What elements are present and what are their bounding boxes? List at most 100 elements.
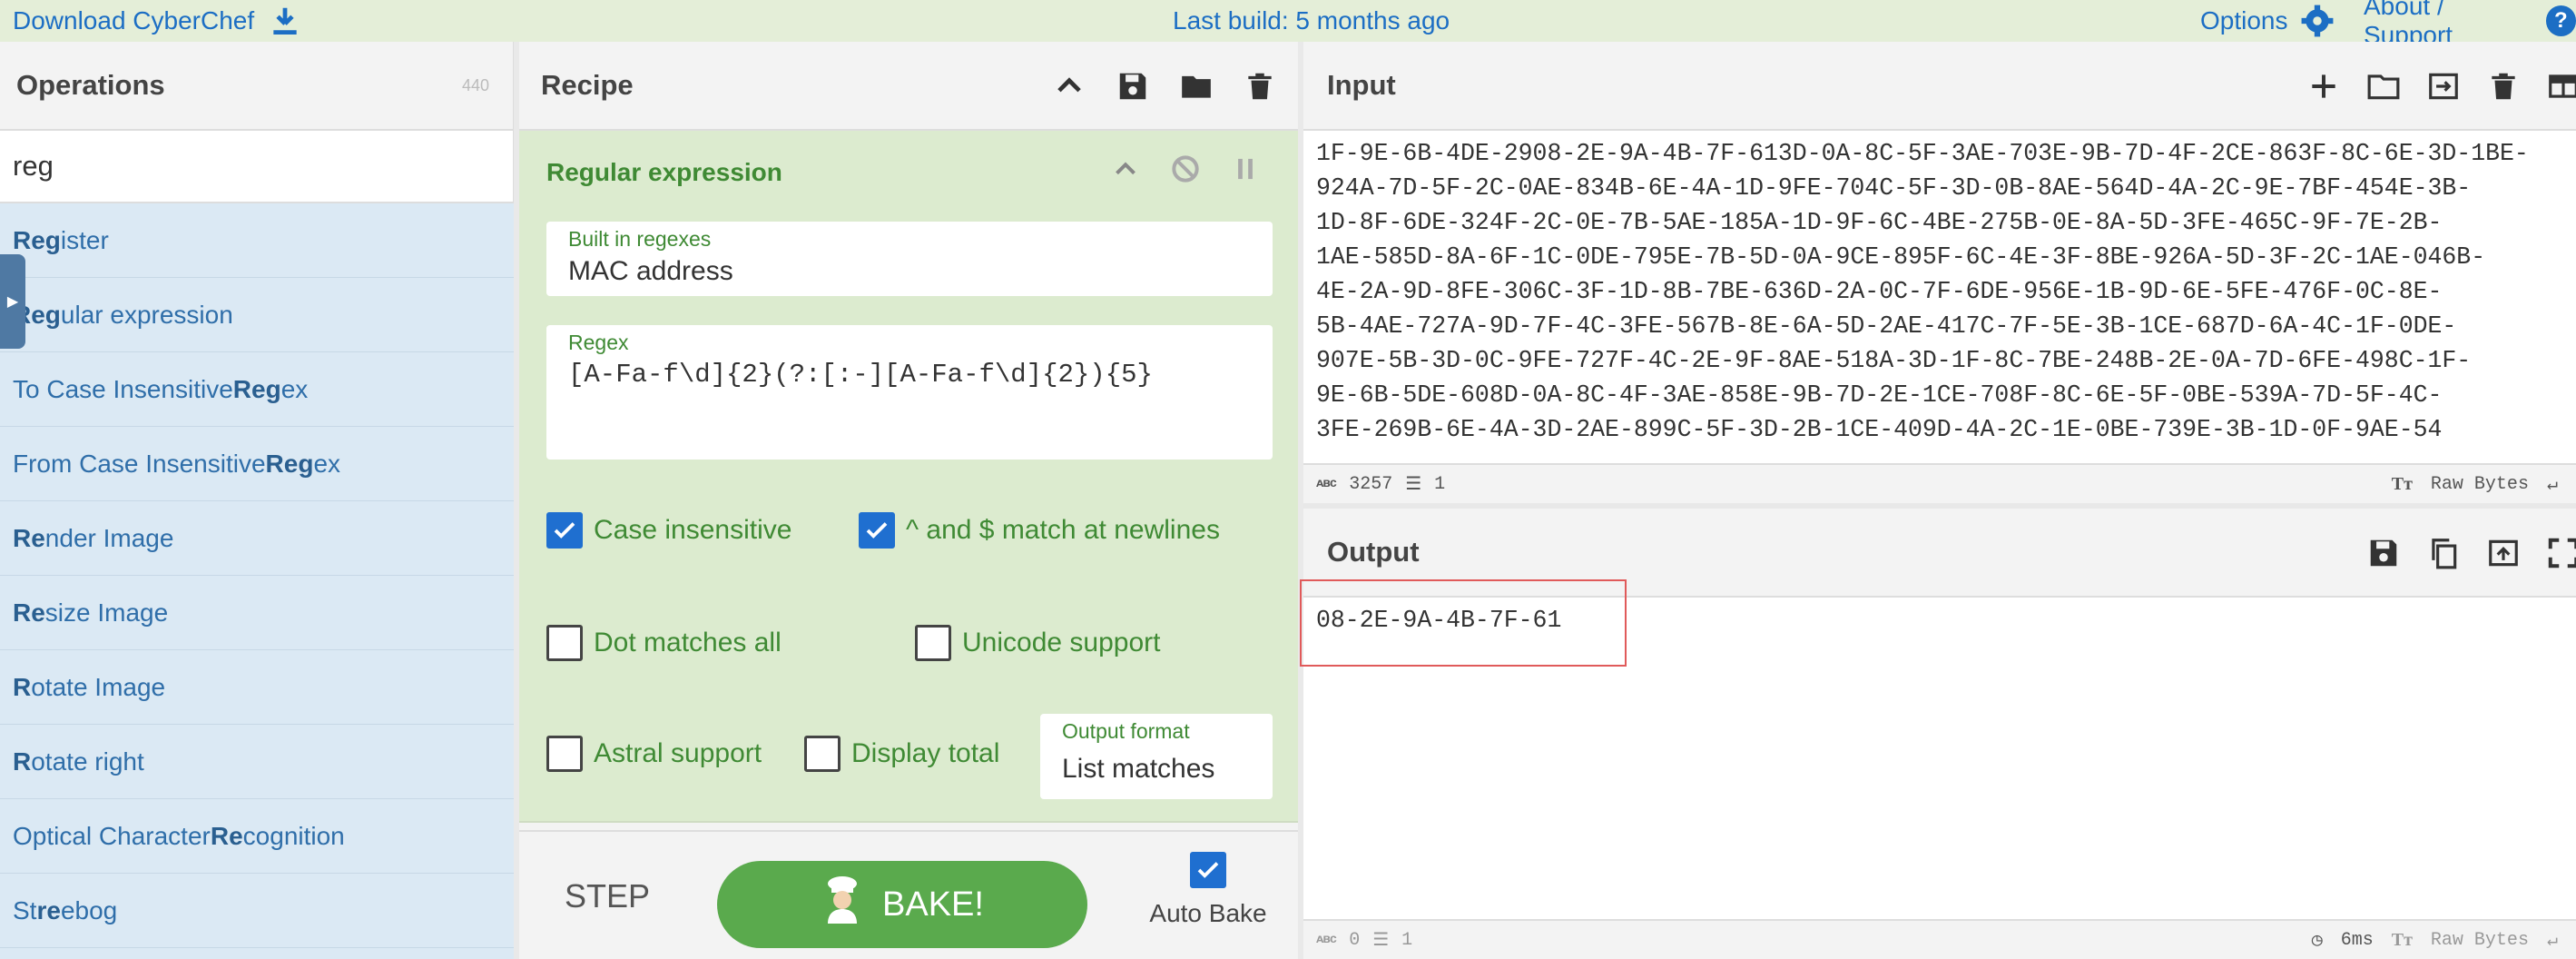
checkbox-checked-icon[interactable] — [859, 512, 895, 549]
operations-list: Reg ister Reg ular expression To Case Insens… — [0, 203, 514, 959]
input-header: Input — [1303, 42, 2576, 131]
operation-name-match: Reg — [13, 225, 61, 254]
regex-label: Regex — [568, 331, 629, 354]
operation-list-item[interactable]: Re size Image — [0, 576, 514, 650]
input-textarea[interactable]: 1F-9E-6B-4DE-2908-2E-9A-4B-7F-613D-0A-8C… — [1316, 136, 2576, 499]
operations-pane: Operations 440 reg Reg ister Reg ular expre… — [0, 42, 514, 959]
chevron-up-icon[interactable] — [1051, 68, 1087, 104]
checkbox-checked-icon[interactable] — [1190, 852, 1226, 888]
output-format-label: Output format — [1062, 719, 1190, 743]
checkbox-unchecked-icon[interactable] — [546, 625, 583, 661]
operation-name-suffix: ex — [313, 449, 341, 478]
regex-value[interactable]: [A-Fa-f\d]{2}(?:[:-][A-Fa-f\d]{2}){5} — [568, 360, 1153, 390]
save-icon[interactable] — [1115, 68, 1151, 104]
display-total-label: Display total — [851, 738, 1000, 768]
regex-textarea[interactable]: Regex [A-Fa-f\d]{2}(?:[:-][A-Fa-f\d]{2})… — [546, 325, 1273, 460]
options-label[interactable]: Options — [2200, 6, 2288, 35]
output-pane: Output 08-2E-9A-4B-7F-61 ᴀʙᴄ 0 ☰ 1 ◷ 6ms… — [1300, 509, 2576, 959]
collapse-tab[interactable]: ▶ — [0, 254, 25, 349]
multiline-checkbox[interactable]: ^ and $ match at newlines — [859, 512, 1220, 549]
trash-icon[interactable] — [2485, 68, 2522, 104]
lines-icon: ☰ — [1372, 931, 1390, 952]
operations-header: Operations 440 — [0, 42, 513, 131]
operation-list-item[interactable]: Re nder Image — [0, 501, 514, 576]
operation-name-suffix: size Image — [44, 598, 169, 627]
maximize-icon[interactable] — [2545, 535, 2576, 571]
output-length: 0 — [1349, 929, 1361, 951]
folder-icon[interactable] — [1178, 68, 1214, 104]
operation-name-suffix: otate Image — [31, 672, 166, 701]
recipe-title: Recipe — [541, 69, 634, 101]
auto-bake-toggle[interactable]: Auto Bake — [1140, 852, 1276, 928]
layout-icon[interactable] — [2545, 68, 2576, 104]
input-line: 907E-5B-3D-0C-9FE-727F-4C-2E-9F-8AE-518A… — [1316, 347, 2472, 374]
unicode-support-checkbox[interactable]: Unicode support — [915, 625, 1160, 661]
operation-list-item[interactable]: Reg ular expression — [0, 278, 514, 352]
abc-icon: ᴀʙᴄ — [1316, 933, 1337, 947]
pause-icon[interactable] — [1227, 151, 1263, 187]
case-insensitive-checkbox[interactable]: Case insensitive — [546, 512, 791, 549]
trash-icon[interactable] — [1242, 68, 1278, 104]
operation-list-item[interactable]: Rotate Image — [0, 650, 514, 725]
operation-name-suffix: nder Image — [44, 523, 174, 552]
operation-list-item[interactable]: Optical Character Re cognition — [0, 799, 514, 874]
bake-label[interactable]: BAKE! — [882, 885, 984, 924]
chef-icon — [821, 875, 864, 934]
auto-bake-label: Auto Bake — [1149, 899, 1267, 927]
word-wrap-icon[interactable]: ↵ — [2547, 928, 2558, 952]
download-link[interactable]: Download CyberChef — [13, 0, 303, 42]
bake-button[interactable]: BAKE! — [717, 861, 1087, 948]
operation-name-suffix: otate right — [31, 746, 144, 776]
operation-name-match: Re — [13, 523, 45, 552]
input-mode[interactable]: Raw Bytes — [2431, 474, 2529, 495]
load-file-icon[interactable] — [2425, 68, 2462, 104]
operation-list-item[interactable]: Reg ister — [0, 203, 514, 278]
about-support-link[interactable]: About / Support ? — [2364, 0, 2576, 49]
help-icon[interactable]: ? — [2545, 5, 2576, 36]
checkbox-unchecked-icon[interactable] — [915, 625, 951, 661]
input-pane: Input 1F-9E-6B-4DE-2908-2E-9A-4B-7F-613D… — [1303, 42, 2576, 503]
builtin-regex-value[interactable]: MAC address — [568, 256, 733, 287]
input-title: Input — [1327, 69, 1396, 101]
add-tab-icon[interactable] — [2306, 68, 2342, 104]
checkbox-checked-icon[interactable] — [546, 512, 583, 549]
input-line: 3FE-269B-6E-4A-3D-2AE-899C-5F-3D-2B-1CE-… — [1316, 416, 2443, 443]
save-icon[interactable] — [2365, 535, 2402, 571]
operation-list-item[interactable]: To Case Insensitive Reg ex — [0, 352, 514, 427]
disable-icon[interactable] — [1167, 151, 1204, 187]
output-mode[interactable]: Raw Bytes — [2431, 930, 2529, 951]
operation-name-suffix: ular expression — [60, 300, 233, 329]
dot-matches-all-checkbox[interactable]: Dot matches all — [546, 625, 782, 661]
play-icon: ▶ — [6, 294, 19, 310]
output-time: 6ms — [2340, 929, 2374, 951]
operation-name-match: Reg — [232, 374, 281, 403]
download-label[interactable]: Download CyberChef — [13, 6, 254, 35]
checkbox-unchecked-icon[interactable] — [804, 736, 841, 772]
display-total-checkbox[interactable]: Display total — [804, 736, 999, 772]
operation-list-item[interactable]: From Case Insensitive Reg ex — [0, 427, 514, 501]
output-text[interactable]: 08-2E-9A-4B-7F-61 — [1316, 603, 1561, 638]
operation-list-item[interactable]: St re ebog — [0, 874, 514, 948]
replace-input-icon[interactable] — [2485, 535, 2522, 571]
bake-bar: STEP BAKE! Auto Bake — [519, 830, 1298, 959]
operation-name-suffix: ebog — [60, 895, 118, 924]
operation-title: Regular expression — [546, 158, 782, 186]
operations-search-input[interactable]: reg — [0, 131, 513, 203]
open-folder-icon[interactable] — [2365, 68, 2402, 104]
regex-operation-card: Regular expression Built in regexes MAC … — [519, 131, 1298, 823]
copy-icon[interactable] — [2425, 535, 2462, 571]
operation-list-item[interactable]: Rotate right — [0, 725, 514, 799]
astral-support-checkbox[interactable]: Astral support — [546, 736, 762, 772]
output-format-select[interactable]: Output format List matches — [1040, 714, 1273, 799]
options-link[interactable]: Options — [2200, 0, 2335, 42]
builtin-regex-select[interactable]: Built in regexes MAC address — [546, 222, 1273, 296]
lines-icon: ☰ — [1405, 475, 1422, 496]
output-status-bar: ᴀʙᴄ 0 ☰ 1 ◷ 6ms Tт Raw Bytes ↵ — [1303, 919, 2576, 959]
step-button[interactable]: STEP — [565, 877, 650, 915]
word-wrap-icon[interactable]: ↵ — [2547, 472, 2558, 496]
chevron-up-icon[interactable] — [1107, 151, 1144, 187]
download-icon[interactable] — [267, 3, 303, 39]
checkbox-unchecked-icon[interactable] — [546, 736, 583, 772]
gear-icon[interactable] — [2299, 3, 2335, 39]
output-format-value[interactable]: List matches — [1062, 754, 1214, 785]
